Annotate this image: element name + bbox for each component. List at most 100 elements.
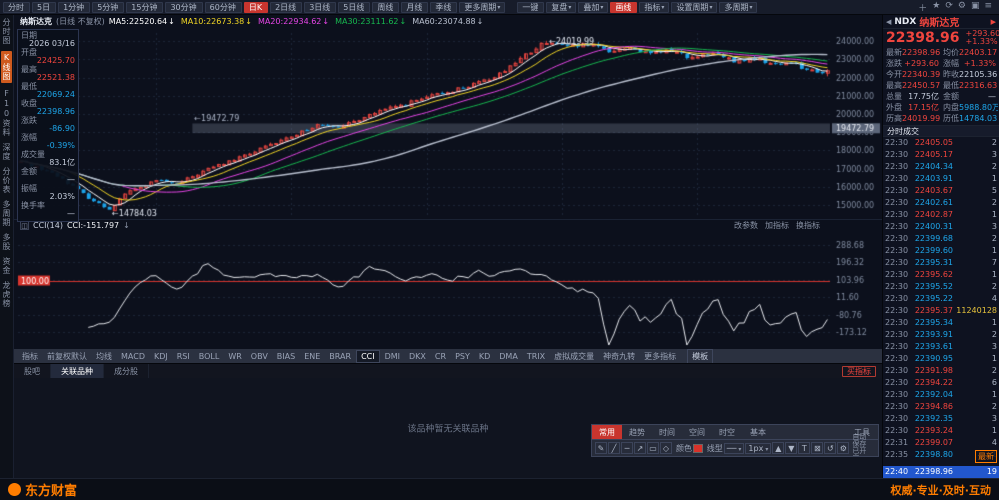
period-button[interactable]: 5分钟 [92,1,125,13]
indicator-tab[interactable]: CR [431,351,450,362]
indicator-tab[interactable]: DMI [381,351,404,362]
tape-row[interactable]: 22:30 22405.05 2 [883,137,999,149]
cci-header-link[interactable]: 改参数 [734,220,758,231]
indicator-tab[interactable]: DMA [495,351,522,362]
tape-row[interactable]: 22:30 22403.91 1 [883,173,999,185]
bottom-tab[interactable]: 关联品种 [51,364,104,378]
draw-tab[interactable]: 时空 [712,425,742,439]
indicator-window-icon[interactable]: ◫ [20,221,29,230]
draw-action-icon[interactable]: ⚙ [837,442,850,454]
indicator-tab[interactable]: ENE [300,351,324,362]
tape-row[interactable]: 22:30 22399.68 2 [883,233,999,245]
period-button[interactable]: 季线 [430,1,458,13]
indicator-tab[interactable]: CCI [356,349,380,363]
period-button[interactable]: 日K [243,1,269,13]
tape-row[interactable]: 22:30 22395.22 4 [883,293,999,305]
tape-row[interactable]: 22:30 22395.37 11240128 [883,305,999,317]
bottom-tab[interactable]: 股吧 [14,364,51,378]
period-button[interactable]: 5日线 [338,1,371,13]
indicator-tab[interactable]: 虚拟成交量 [550,350,598,363]
tape-row[interactable]: 22:30 22402.61 2 [883,197,999,209]
chart-tool-button[interactable]: 指标 ▾ [639,1,670,13]
indicator-tab[interactable]: 模板 [687,349,714,363]
chart-tool-button[interactable]: 叠加 ▾ [578,1,609,13]
indicator-tab[interactable]: 更多指标 [640,350,680,363]
topbar-icon[interactable]: ≡ [984,1,992,14]
sidebar-item[interactable]: 多周期 [1,200,12,227]
tape-row[interactable]: 22:30 22400.31 3 [883,221,999,233]
tape-row[interactable]: 22:30 22395.31 7 [883,257,999,269]
buy-indicator-button[interactable]: 买指标 [842,365,876,377]
draw-action-icon[interactable]: ▼ [785,442,798,454]
period-button[interactable]: 15分钟 [126,1,164,13]
draw-tab[interactable]: 常用 [592,425,622,439]
period-button[interactable]: 月线 [401,1,429,13]
draw-action-icon[interactable]: ▲ [772,442,785,454]
tape-row[interactable]: 22:30 22394.86 2 [883,401,999,413]
tape-row[interactable]: 22:30 22405.17 3 [883,149,999,161]
tape-row[interactable]: 22:30 22393.24 1 [883,425,999,437]
tape-row[interactable]: 22:40 22398.96 19 [883,466,999,478]
indicator-tab[interactable]: RSI [173,351,194,362]
sidebar-item[interactable]: 分价表 [1,167,12,194]
tape-row[interactable]: 22:30 22399.60 1 [883,245,999,257]
indicator-tab[interactable]: BRAR [325,351,355,362]
tape-row[interactable]: 22:30 22404.34 2 [883,161,999,173]
draw-tool-icon[interactable]: ╱ [608,442,620,454]
sidebar-item[interactable]: K线图 [1,51,12,83]
line-width-select[interactable]: 1px [745,442,772,454]
sidebar-item[interactable]: 多股 [1,233,12,251]
indicator-tab[interactable]: MACD [117,351,149,362]
bottom-tab[interactable]: 成分股 [104,364,149,378]
tape-row[interactable]: 22:30 22392.35 3 [883,413,999,425]
draw-action-icon[interactable]: ↺ [824,442,837,454]
draw-tab[interactable]: 趋势 [622,425,652,439]
topbar-icon[interactable]: ⟳ [945,1,953,14]
period-button[interactable]: 3日线 [304,1,337,13]
cci-canvas[interactable] [14,231,882,349]
line-style-select[interactable]: ── [723,442,745,454]
topbar-icon[interactable]: ▣ [971,1,980,14]
indicator-tab[interactable]: BIAS [273,351,299,362]
topbar-icon[interactable]: ★ [932,1,940,14]
draw-tool-icon[interactable]: ✎ [595,442,607,454]
draw-tool-icon[interactable]: ▭ [647,442,659,454]
chart-tool-button[interactable]: 画线 [610,1,638,13]
indicator-tab[interactable]: OBV [247,351,272,362]
tape-row[interactable]: 22:30 22395.52 2 [883,281,999,293]
tape-row[interactable]: 22:30 22392.04 1 [883,389,999,401]
draw-tool-icon[interactable]: ─ [621,442,633,454]
cci-header-link[interactable]: 换指标 [796,220,820,231]
draw-tool-icon[interactable]: ↗ [634,442,646,454]
draw-action-icon[interactable]: T [798,442,811,454]
sidebar-item[interactable]: F10资料 [1,89,12,137]
indicator-tab[interactable]: KDJ [150,351,172,362]
tape-row[interactable]: 22:30 22391.98 2 [883,365,999,377]
eastmoney-logo[interactable]: 东方财富 [8,480,77,499]
draw-tool-icon[interactable]: ◇ [660,442,672,454]
indicator-tab[interactable]: DKX [405,351,430,362]
indicator-tab[interactable]: 均线 [92,350,116,363]
period-button[interactable]: 2日线 [270,1,303,13]
period-button[interactable]: 更多周期 ▾ [459,1,506,13]
period-button[interactable]: 5日 [32,1,57,13]
indicator-tab[interactable]: KD [475,351,494,362]
period-button[interactable]: 分时 [3,1,30,13]
tape-row[interactable]: 22:30 22402.87 1 [883,209,999,221]
tape-row[interactable]: 22:30 22394.22 6 [883,377,999,389]
period-button[interactable]: 60分钟 [204,1,242,13]
sidebar-item[interactable]: 深度 [1,143,12,161]
indicator-tab[interactable]: 神奇九转 [599,350,639,363]
draw-tab[interactable]: 时间 [652,425,682,439]
tape-row[interactable]: 22:30 22395.34 1 [883,317,999,329]
indicator-tab[interactable]: PSY [451,351,474,362]
cci-header-link[interactable]: 加指标 [765,220,789,231]
color-swatch[interactable] [693,443,703,453]
indicator-tab[interactable]: 前复权默认 [43,350,91,363]
draw-action-icon[interactable]: ⊠ [811,442,824,454]
sidebar-item[interactable]: 资金 [1,257,12,275]
tape-row[interactable]: 22:30 22390.95 1 [883,353,999,365]
period-button[interactable]: 周线 [372,1,400,13]
topbar-icon[interactable]: ＋ [918,1,927,14]
period-button[interactable]: 30分钟 [165,1,203,13]
